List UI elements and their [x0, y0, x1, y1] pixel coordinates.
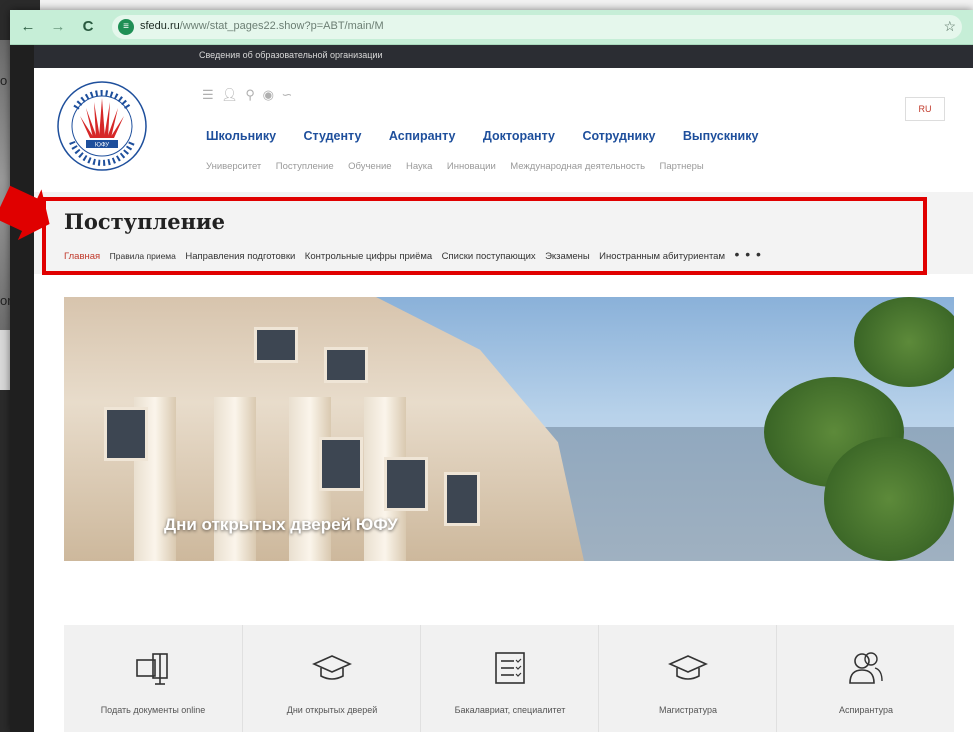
sfedu-logo-icon[interactable]: ЮФУ [56, 80, 148, 172]
banner-column [214, 397, 256, 561]
page-left-edge [10, 45, 34, 732]
quick-link-online-docs[interactable]: Подать документы online [64, 625, 242, 732]
banner-window [324, 347, 368, 383]
breadcrumb-more-icon[interactable]: • • • [734, 246, 761, 262]
menu-icon[interactable]: ☰ [202, 87, 216, 103]
breadcrumb-item[interactable]: Экзамены [545, 251, 590, 262]
user-icon[interactable]: 👤︎ [221, 87, 240, 103]
breadcrumb-home[interactable]: Главная [64, 251, 100, 262]
breadcrumb-item[interactable]: Списки поступающих [442, 251, 536, 262]
header-tools: ☰ 👤︎ ⚲ ◉ ∽ [202, 87, 294, 103]
quick-link-label: Аспирантура [838, 705, 894, 715]
forward-icon[interactable]: → [48, 17, 68, 37]
url-path: /www/stat_pages22.show?p=ABT/main/M [179, 20, 384, 32]
breadcrumb: Главная Правила приема Направления подго… [64, 246, 767, 264]
main-nav-item[interactable]: Школьнику [206, 129, 276, 143]
background-window-text: o [0, 73, 8, 88]
page-title: Поступление [64, 209, 225, 234]
accessibility-icon[interactable]: ◉ [263, 87, 276, 103]
main-nav-item[interactable]: Студенту [304, 129, 362, 143]
site-content: Сведения об образовательной организации [34, 45, 973, 732]
search-icon[interactable]: ⚲ [245, 87, 257, 103]
back-icon[interactable]: ← [18, 17, 38, 37]
reload-icon[interactable]: C [78, 17, 98, 37]
sub-nav-item[interactable]: Инновации [447, 161, 496, 172]
svg-text:ЮФУ: ЮФУ [95, 143, 109, 149]
page-viewport: Сведения об образовательной организации [10, 45, 973, 732]
url-domain: sfedu.ru [140, 20, 180, 32]
banner-title[interactable]: Дни открытых дверей ЮФУ [164, 515, 398, 535]
banner-window [254, 327, 298, 363]
banner-window [319, 437, 363, 491]
quick-link-open-days[interactable]: Дни открытых дверей [242, 625, 421, 732]
eye-icon[interactable]: ∽ [282, 87, 295, 103]
url-text[interactable]: sfedu.ru/www/stat_pages22.show?p=ABT/mai… [140, 20, 384, 32]
breadcrumb-item[interactable]: Иностранным абитуриентам [599, 251, 725, 262]
site-info-icon[interactable]: ≡ [118, 19, 134, 35]
page-header: Поступление Главная Правила приема Напра… [34, 192, 973, 274]
sub-nav-item[interactable]: Обучение [348, 161, 391, 172]
quick-link-label: Подать документы online [100, 705, 206, 715]
sub-nav-item[interactable]: Университет [206, 161, 261, 172]
graduation-cap-icon [668, 655, 708, 680]
main-nav-item[interactable]: Докторанту [483, 129, 555, 143]
language-button[interactable]: RU [905, 97, 945, 121]
browser-window: ← → C ≡ sfedu.ru/www/stat_pages22.show?p… [10, 10, 973, 732]
browser-toolbar: ← → C ≡ sfedu.ru/www/stat_pages22.show?p… [10, 10, 973, 45]
sub-nav: Университет Поступление Обучение Наука И… [206, 156, 714, 174]
breadcrumb-item[interactable]: Направления подготовки [185, 251, 295, 262]
banner-window [104, 407, 148, 461]
quick-link-label: Дни открытых дверей [286, 705, 378, 715]
quick-link-bachelor[interactable]: Бакалавриат, специалитет [420, 625, 599, 732]
main-nav-item[interactable]: Выпускнику [683, 129, 759, 143]
info-bar: Сведения об образовательной организации [34, 45, 973, 68]
quick-links: Подать документы online Дни открытых две… [64, 625, 954, 732]
banner-window [444, 472, 480, 526]
sub-nav-item[interactable]: Международная деятельность [510, 161, 645, 172]
quick-link-postgraduate[interactable]: Аспирантура [776, 625, 955, 732]
address-bar[interactable]: ≡ sfedu.ru/www/stat_pages22.show?p=ABT/m… [112, 15, 962, 39]
quick-link-label: Магистратура [659, 705, 717, 715]
arrow-annotation-icon [0, 185, 50, 241]
main-nav-item[interactable]: Сотруднику [582, 129, 655, 143]
sub-nav-item[interactable]: Партнеры [660, 161, 704, 172]
info-bar-link[interactable]: Сведения об образовательной организации [199, 50, 382, 60]
banner-tree [824, 437, 954, 561]
breadcrumb-item[interactable]: Правила приема [110, 251, 176, 261]
banner[interactable]: Дни открытых дверей ЮФУ [64, 297, 954, 561]
star-icon[interactable]: ☆ [943, 18, 956, 35]
quick-link-master[interactable]: Магистратура [598, 625, 777, 732]
main-nav: Школьнику Студенту Аспиранту Докторанту … [206, 127, 781, 145]
graduation-cap-icon [312, 655, 352, 680]
main-nav-item[interactable]: Аспиранту [389, 129, 456, 143]
online-docs-icon [136, 653, 168, 685]
users-icon [849, 652, 883, 684]
quick-link-label: Бакалавриат, специалитет [454, 705, 566, 715]
breadcrumb-item[interactable]: Контрольные цифры приёма [305, 251, 432, 262]
banner-window [384, 457, 428, 511]
sub-nav-item[interactable]: Наука [406, 161, 432, 172]
sub-nav-item[interactable]: Поступление [276, 161, 334, 172]
banner-tree [854, 297, 954, 387]
checklist-icon [495, 652, 525, 684]
